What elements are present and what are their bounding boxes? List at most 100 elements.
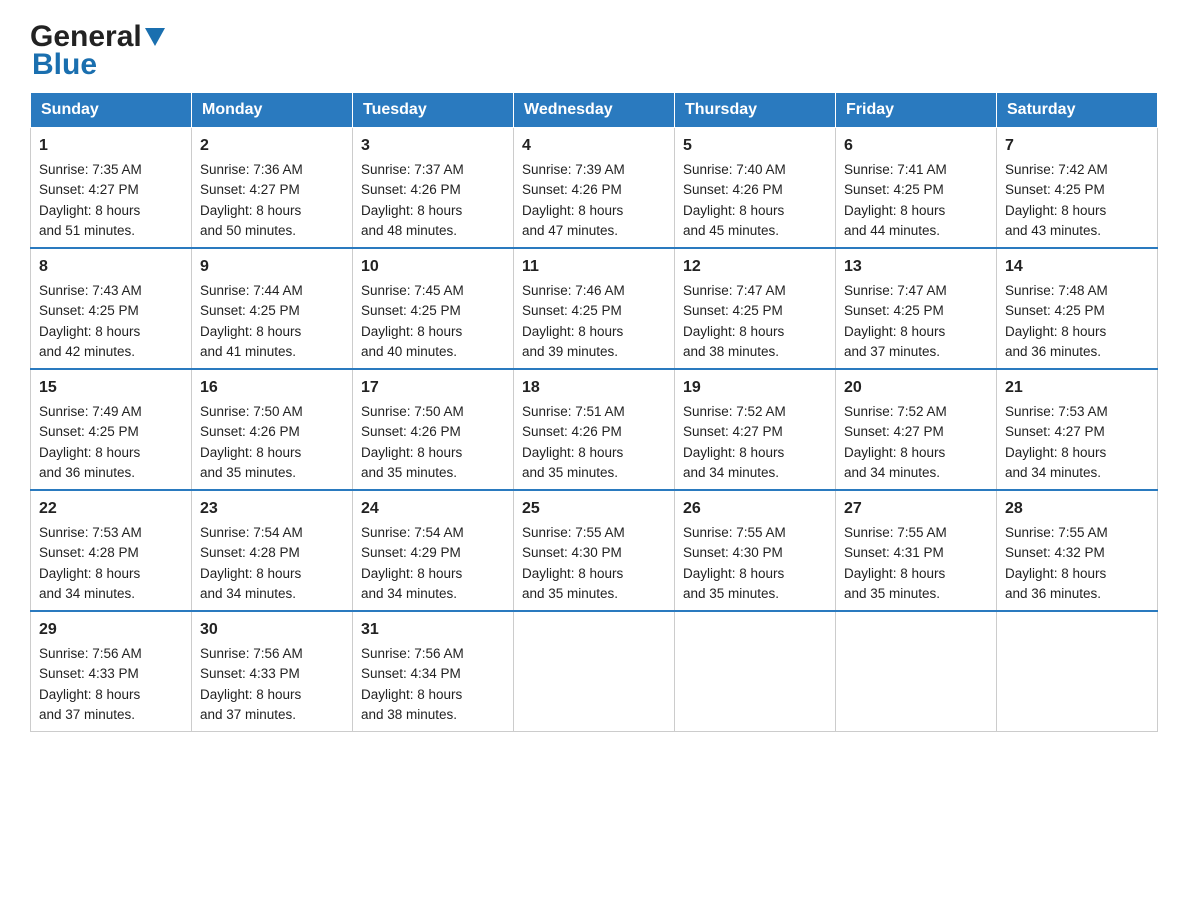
logo-blue-text: Blue [30,48,97,82]
day-number: 10 [361,255,505,279]
sunrise-label: Sunrise: 7:56 AM [200,646,303,661]
day-number: 7 [1005,134,1149,158]
calendar-table: SundayMondayTuesdayWednesdayThursdayFrid… [30,92,1158,732]
daylight-label: Daylight: 8 hours [361,445,462,460]
daylight-label: Daylight: 8 hours [361,203,462,218]
daylight-label: Daylight: 8 hours [1005,566,1106,581]
day-number: 2 [200,134,344,158]
sunset-label: Sunset: 4:28 PM [39,545,139,560]
sunrise-label: Sunrise: 7:49 AM [39,404,142,419]
daylight-label: Daylight: 8 hours [844,203,945,218]
sunrise-label: Sunrise: 7:55 AM [1005,525,1108,540]
sunrise-label: Sunrise: 7:52 AM [683,404,786,419]
daylight-minutes: and 48 minutes. [361,223,457,238]
sunrise-label: Sunrise: 7:55 AM [844,525,947,540]
daylight-label: Daylight: 8 hours [361,324,462,339]
sunset-label: Sunset: 4:33 PM [39,666,139,681]
day-number: 31 [361,618,505,642]
calendar-day-cell: 28 Sunrise: 7:55 AM Sunset: 4:32 PM Dayl… [997,490,1158,611]
sunset-label: Sunset: 4:34 PM [361,666,461,681]
sunrise-label: Sunrise: 7:40 AM [683,162,786,177]
sunrise-label: Sunrise: 7:53 AM [39,525,142,540]
calendar-day-cell: 10 Sunrise: 7:45 AM Sunset: 4:25 PM Dayl… [353,248,514,369]
day-of-week-header: Wednesday [514,93,675,128]
daylight-label: Daylight: 8 hours [200,324,301,339]
day-number: 20 [844,376,988,400]
sunrise-label: Sunrise: 7:53 AM [1005,404,1108,419]
day-number: 14 [1005,255,1149,279]
daylight-label: Daylight: 8 hours [200,445,301,460]
daylight-minutes: and 50 minutes. [200,223,296,238]
calendar-day-cell: 11 Sunrise: 7:46 AM Sunset: 4:25 PM Dayl… [514,248,675,369]
sunset-label: Sunset: 4:25 PM [1005,303,1105,318]
daylight-minutes: and 36 minutes. [39,465,135,480]
day-number: 19 [683,376,827,400]
daylight-minutes: and 36 minutes. [1005,344,1101,359]
day-number: 3 [361,134,505,158]
sunset-label: Sunset: 4:25 PM [361,303,461,318]
day-of-week-header: Thursday [675,93,836,128]
daylight-minutes: and 35 minutes. [844,586,940,601]
sunrise-label: Sunrise: 7:46 AM [522,283,625,298]
daylight-minutes: and 47 minutes. [522,223,618,238]
sunrise-label: Sunrise: 7:44 AM [200,283,303,298]
daylight-label: Daylight: 8 hours [844,445,945,460]
day-number: 21 [1005,376,1149,400]
calendar-day-cell: 8 Sunrise: 7:43 AM Sunset: 4:25 PM Dayli… [31,248,192,369]
calendar-week-row: 8 Sunrise: 7:43 AM Sunset: 4:25 PM Dayli… [31,248,1158,369]
daylight-label: Daylight: 8 hours [361,687,462,702]
logo-triangle-icon [145,28,165,51]
sunset-label: Sunset: 4:25 PM [844,182,944,197]
calendar-day-cell: 14 Sunrise: 7:48 AM Sunset: 4:25 PM Dayl… [997,248,1158,369]
sunrise-label: Sunrise: 7:50 AM [200,404,303,419]
sunrise-label: Sunrise: 7:55 AM [683,525,786,540]
sunset-label: Sunset: 4:27 PM [844,424,944,439]
daylight-label: Daylight: 8 hours [683,566,784,581]
sunset-label: Sunset: 4:33 PM [200,666,300,681]
calendar-day-cell: 2 Sunrise: 7:36 AM Sunset: 4:27 PM Dayli… [192,128,353,249]
day-number: 29 [39,618,183,642]
sunset-label: Sunset: 4:26 PM [361,182,461,197]
daylight-label: Daylight: 8 hours [200,687,301,702]
calendar-week-row: 15 Sunrise: 7:49 AM Sunset: 4:25 PM Dayl… [31,369,1158,490]
sunrise-label: Sunrise: 7:55 AM [522,525,625,540]
day-number: 27 [844,497,988,521]
daylight-label: Daylight: 8 hours [522,445,623,460]
daylight-minutes: and 45 minutes. [683,223,779,238]
daylight-label: Daylight: 8 hours [39,566,140,581]
daylight-minutes: and 35 minutes. [522,586,618,601]
day-of-week-header: Saturday [997,93,1158,128]
day-number: 18 [522,376,666,400]
sunset-label: Sunset: 4:31 PM [844,545,944,560]
calendar-day-cell: 12 Sunrise: 7:47 AM Sunset: 4:25 PM Dayl… [675,248,836,369]
daylight-label: Daylight: 8 hours [522,324,623,339]
logo: General Blue [30,20,165,82]
calendar-week-row: 22 Sunrise: 7:53 AM Sunset: 4:28 PM Dayl… [31,490,1158,611]
sunset-label: Sunset: 4:29 PM [361,545,461,560]
calendar-day-cell: 13 Sunrise: 7:47 AM Sunset: 4:25 PM Dayl… [836,248,997,369]
day-number: 13 [844,255,988,279]
daylight-label: Daylight: 8 hours [39,324,140,339]
sunrise-label: Sunrise: 7:45 AM [361,283,464,298]
calendar-day-cell: 9 Sunrise: 7:44 AM Sunset: 4:25 PM Dayli… [192,248,353,369]
daylight-minutes: and 34 minutes. [844,465,940,480]
day-number: 8 [39,255,183,279]
calendar-day-cell: 4 Sunrise: 7:39 AM Sunset: 4:26 PM Dayli… [514,128,675,249]
sunset-label: Sunset: 4:25 PM [844,303,944,318]
sunrise-label: Sunrise: 7:56 AM [39,646,142,661]
daylight-minutes: and 34 minutes. [1005,465,1101,480]
sunset-label: Sunset: 4:27 PM [39,182,139,197]
calendar-day-cell: 15 Sunrise: 7:49 AM Sunset: 4:25 PM Dayl… [31,369,192,490]
daylight-minutes: and 37 minutes. [200,707,296,722]
daylight-label: Daylight: 8 hours [200,566,301,581]
sunrise-label: Sunrise: 7:54 AM [200,525,303,540]
day-number: 4 [522,134,666,158]
daylight-minutes: and 36 minutes. [1005,586,1101,601]
sunset-label: Sunset: 4:25 PM [683,303,783,318]
sunset-label: Sunset: 4:25 PM [39,424,139,439]
sunrise-label: Sunrise: 7:39 AM [522,162,625,177]
day-number: 15 [39,376,183,400]
daylight-label: Daylight: 8 hours [200,203,301,218]
daylight-minutes: and 43 minutes. [1005,223,1101,238]
daylight-label: Daylight: 8 hours [39,687,140,702]
